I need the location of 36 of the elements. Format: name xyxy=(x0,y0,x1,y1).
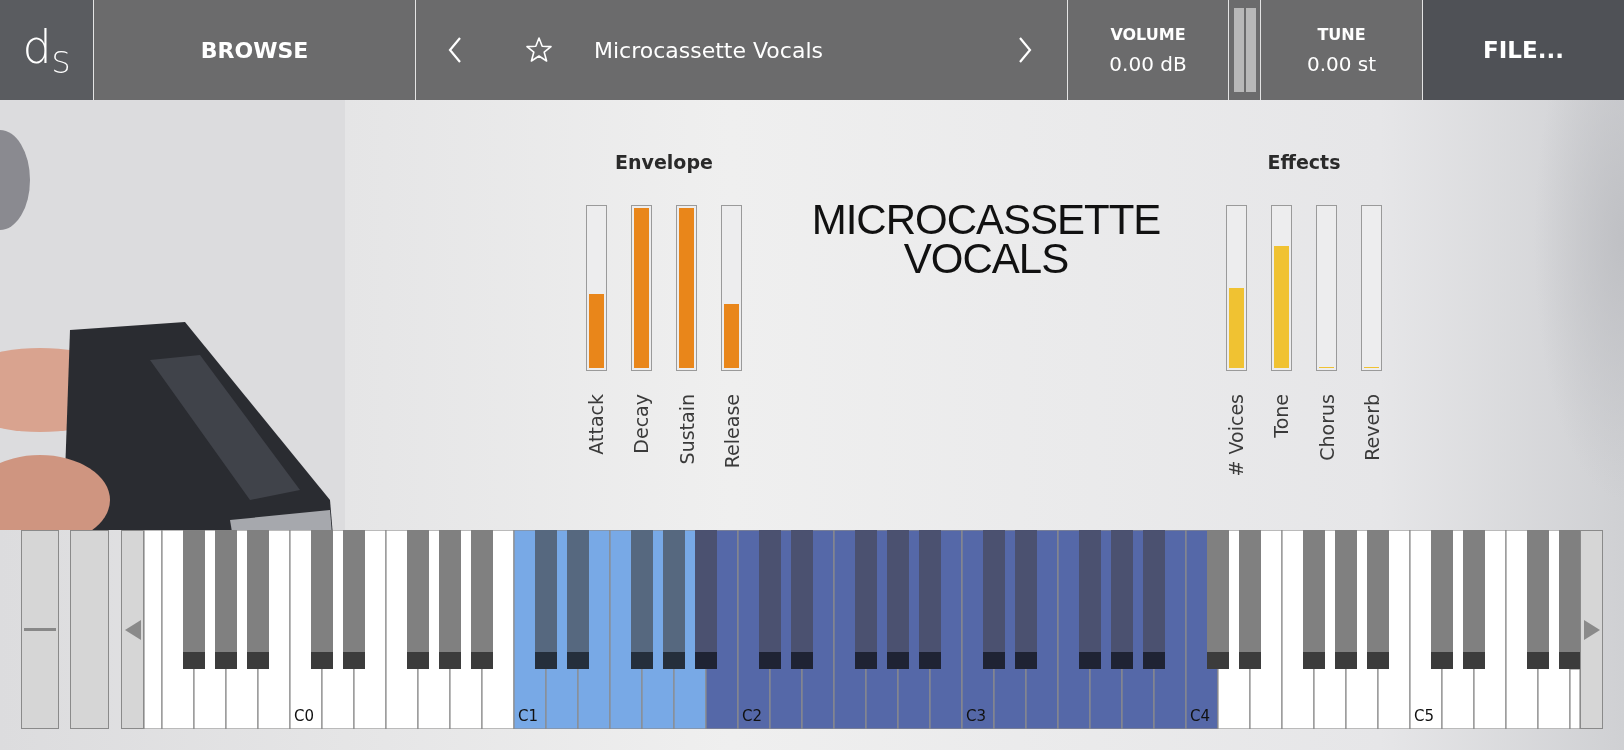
patch-title: MICROCASSETTE xyxy=(811,200,1161,239)
slider[interactable] xyxy=(1361,205,1383,371)
file-button[interactable]: FILE... xyxy=(1422,0,1624,100)
slider-label: # Voices xyxy=(1225,394,1247,477)
slider[interactable] xyxy=(1270,205,1292,371)
slider-label: Reverb xyxy=(1361,394,1383,461)
previous-icon[interactable] xyxy=(448,36,462,64)
scroll-left-button[interactable] xyxy=(121,530,144,729)
section-title: Envelope xyxy=(615,150,713,174)
slider-label: Tone xyxy=(1270,394,1293,438)
patch-title: VOCALS xyxy=(903,239,1069,278)
key-label: C2 xyxy=(742,707,763,725)
key-label: C1 xyxy=(518,707,539,725)
slider[interactable] xyxy=(1225,205,1247,371)
slider[interactable] xyxy=(1316,205,1338,371)
slider[interactable] xyxy=(585,205,607,371)
next-icon[interactable] xyxy=(1018,36,1032,64)
slider[interactable] xyxy=(721,205,743,371)
key-label: C3 xyxy=(966,707,987,725)
pitch-wheel[interactable] xyxy=(21,530,59,729)
left-arrow-icon xyxy=(123,618,142,641)
key-label: C5 xyxy=(1414,707,1435,725)
slider-label: Release xyxy=(721,394,743,469)
scroll-right-button[interactable] xyxy=(1580,530,1603,729)
preset-name: Microcassette Vocals xyxy=(594,37,824,63)
slider-label: Sustain xyxy=(675,394,698,465)
key-label: C0 xyxy=(294,707,315,725)
key-label: C4 xyxy=(1190,707,1211,725)
section-title: Effects xyxy=(1267,150,1341,174)
slider-label: Decay xyxy=(630,394,653,454)
modulation-wheel[interactable] xyxy=(70,530,109,729)
logo: d$_{S}$ xyxy=(0,0,93,100)
right-arrow-icon xyxy=(1582,618,1601,641)
slider-label: Attack xyxy=(585,394,607,455)
slider-label: Chorus xyxy=(1315,394,1338,461)
star-icon[interactable] xyxy=(524,35,554,65)
